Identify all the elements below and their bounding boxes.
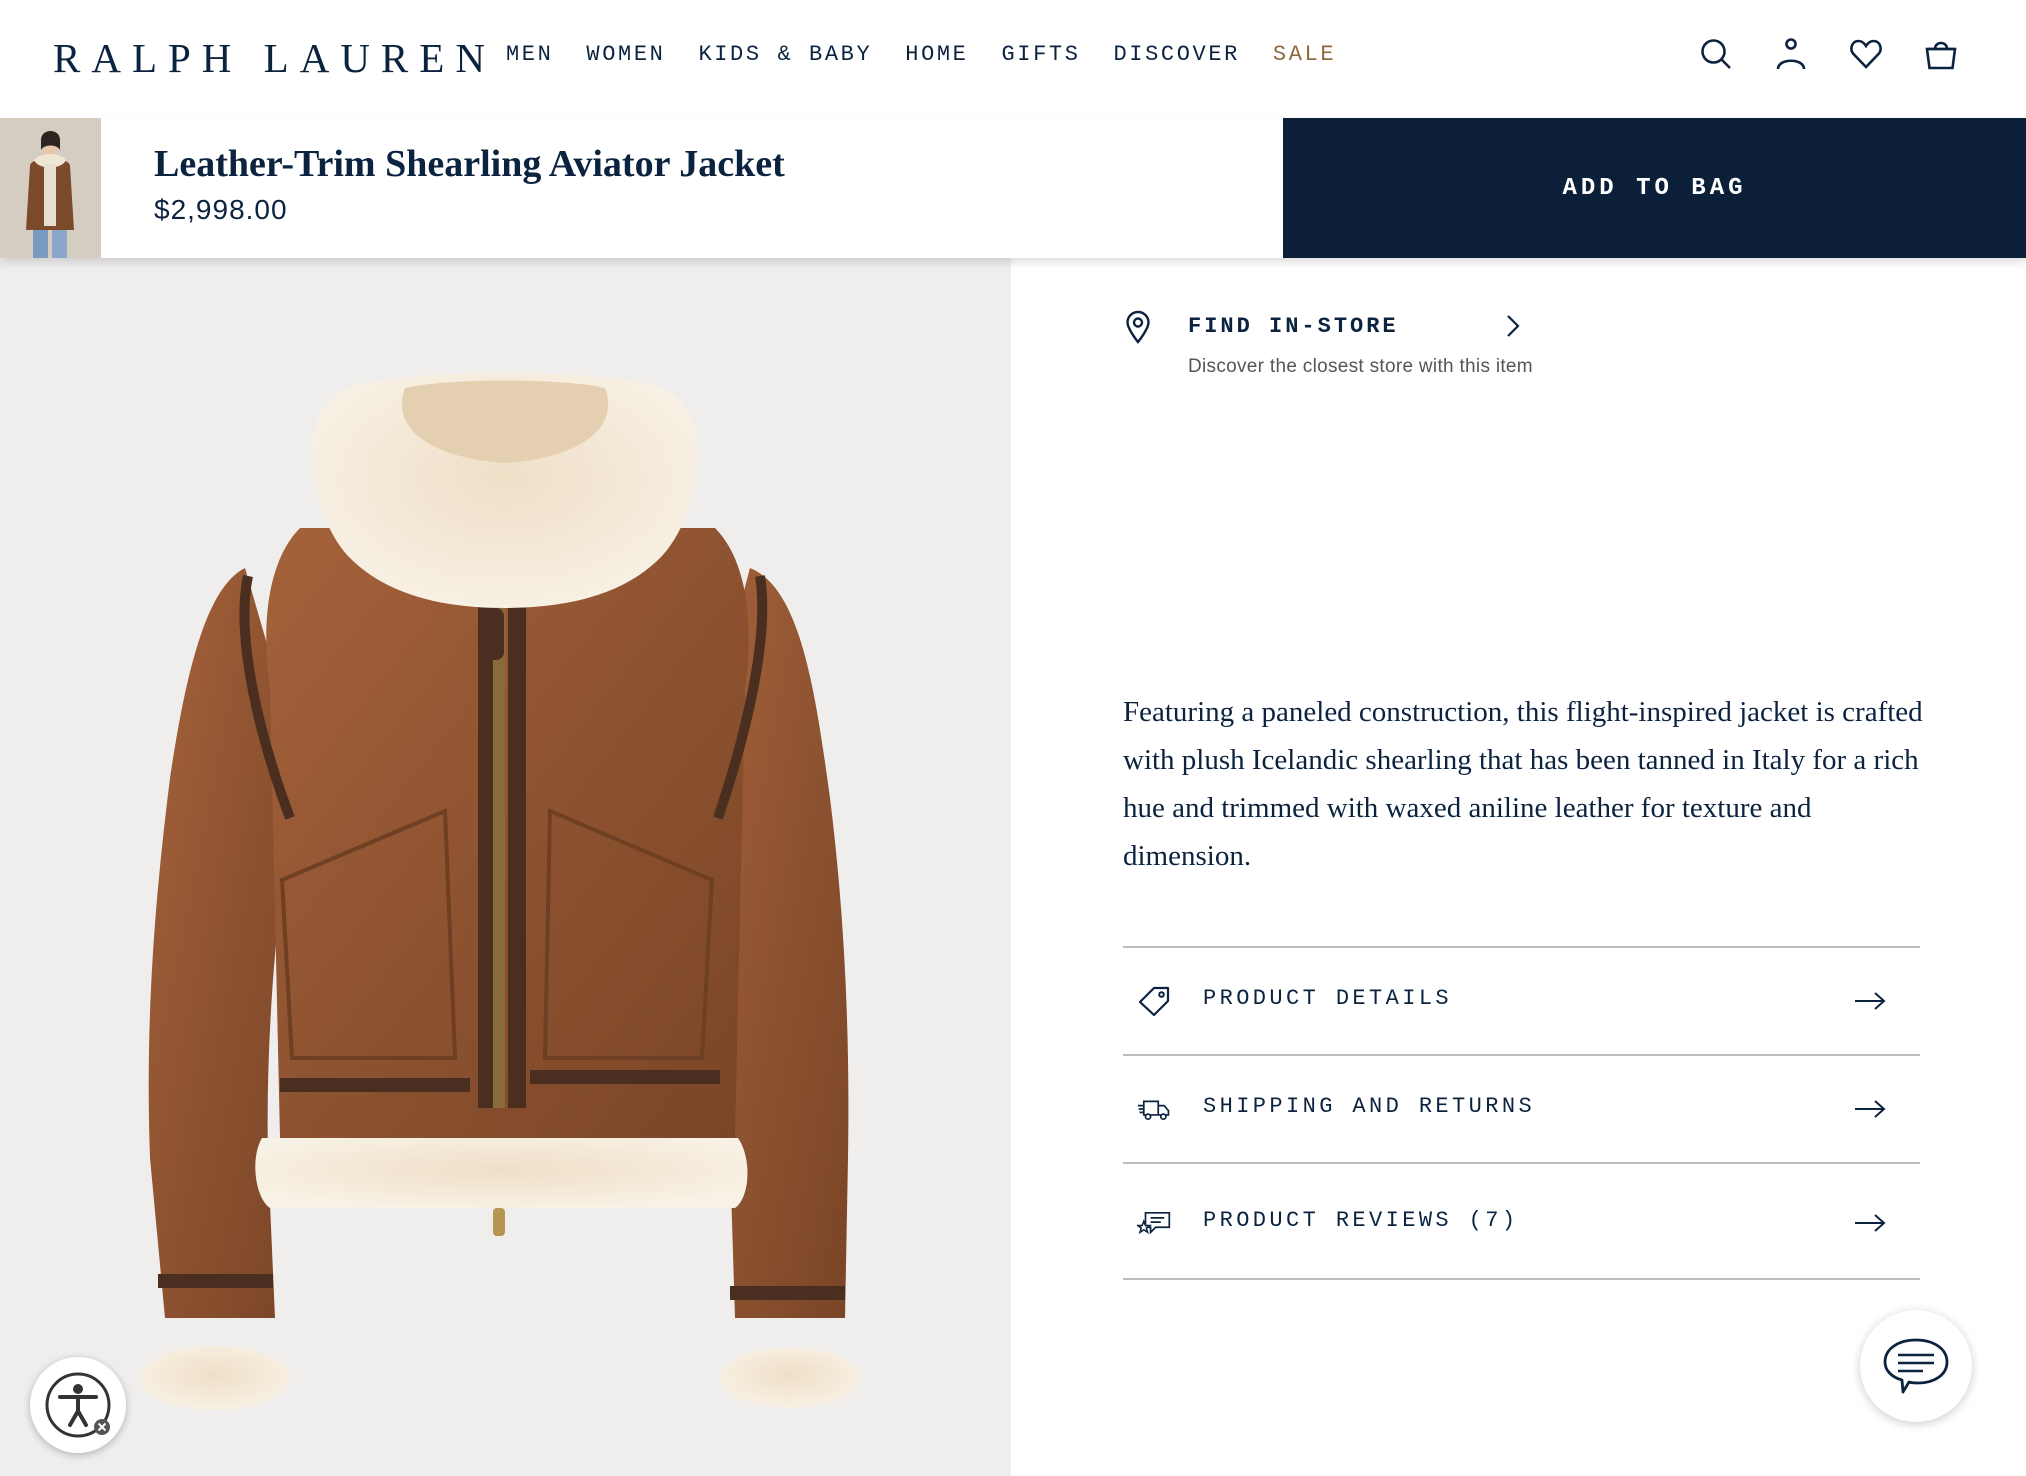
- arrow-right-icon: [1855, 992, 1886, 1010]
- account-icon[interactable]: [1774, 34, 1808, 74]
- chat-widget-button[interactable]: [1860, 1310, 1972, 1422]
- sticky-product-title: Leather-Trim Shearling Aviator Jacket: [154, 143, 785, 185]
- nav-item-sale[interactable]: SALE: [1273, 38, 1336, 72]
- add-to-bag-button[interactable]: ADD TO BAG: [1283, 118, 2026, 258]
- search-icon[interactable]: [1699, 34, 1733, 74]
- product-image-panel: [0, 258, 1011, 1476]
- brand-logo[interactable]: RALPH LAUREN: [53, 34, 496, 82]
- accordion-label: PRODUCT REVIEWS (7): [1203, 1208, 1519, 1233]
- product-description: Featuring a paneled construction, this f…: [1123, 696, 1923, 872]
- main-nav: MEN WOMEN KIDS & BABY HOME GIFTS DISCOVE…: [506, 38, 1336, 72]
- product-main-image[interactable]: [0, 258, 1011, 1476]
- nav-item-men[interactable]: MEN: [506, 38, 553, 72]
- accordion-product-reviews[interactable]: PRODUCT REVIEWS (7): [1123, 1162, 1920, 1280]
- location-pin-icon: [1126, 310, 1150, 344]
- site-header: RALPH LAUREN MEN WOMEN KIDS & BABY HOME …: [0, 0, 2026, 118]
- chat-icon: [1883, 1338, 1949, 1394]
- shopping-bag-icon[interactable]: [1924, 34, 1958, 74]
- nav-item-gifts[interactable]: GIFTS: [1001, 38, 1080, 72]
- arrow-right-icon: [1855, 1100, 1886, 1118]
- find-in-store-label: FIND IN-STORE: [1188, 314, 1399, 339]
- product-accordion: PRODUCT DETAILS SHIPPING AND RETURNS PRO…: [1123, 946, 1920, 1280]
- nav-item-home[interactable]: HOME: [905, 38, 968, 72]
- nav-item-women[interactable]: WOMEN: [586, 38, 665, 72]
- sticky-product-bar: Leather-Trim Shearling Aviator Jacket $2…: [0, 118, 2026, 258]
- accordion-label: PRODUCT DETAILS: [1203, 986, 1453, 1011]
- nav-item-discover[interactable]: DISCOVER: [1114, 38, 1240, 72]
- accessibility-widget-button[interactable]: [30, 1357, 126, 1453]
- review-icon: [1137, 1211, 1171, 1235]
- accordion-shipping-returns[interactable]: SHIPPING AND RETURNS: [1123, 1054, 1920, 1162]
- arrow-right-icon: [1855, 1214, 1886, 1232]
- product-info-panel: FIND IN-STORE Discover the closest store…: [1011, 258, 2026, 1476]
- header-utility-icons: [1699, 34, 1958, 74]
- chevron-right-icon: [1507, 315, 1520, 337]
- tag-icon: [1138, 986, 1170, 1016]
- sticky-product-price: $2,998.00: [154, 194, 288, 225]
- find-in-store-link[interactable]: FIND IN-STORE Discover the closest store…: [1125, 310, 1625, 380]
- nav-item-kids-baby[interactable]: KIDS & BABY: [698, 38, 872, 72]
- wishlist-heart-icon[interactable]: [1849, 34, 1883, 74]
- product-thumbnail[interactable]: [0, 118, 101, 258]
- accessibility-icon: [45, 1372, 111, 1438]
- truck-icon: [1137, 1100, 1170, 1121]
- accordion-label: SHIPPING AND RETURNS: [1203, 1094, 1536, 1119]
- accordion-product-details[interactable]: PRODUCT DETAILS: [1123, 946, 1920, 1054]
- find-in-store-subtext: Discover the closest store with this ite…: [1188, 356, 1533, 377]
